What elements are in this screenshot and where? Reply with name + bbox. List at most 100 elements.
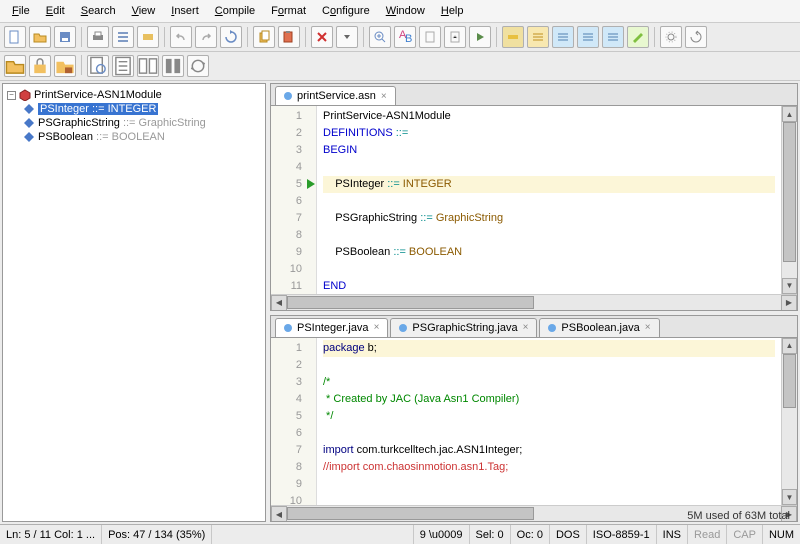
status-eol: DOS bbox=[549, 525, 586, 544]
menu-search[interactable]: Search bbox=[73, 2, 124, 20]
menu-window[interactable]: Window bbox=[378, 2, 433, 20]
bottom-gutter: 1234567891011 bbox=[271, 338, 317, 505]
menu-insert[interactable]: Insert bbox=[163, 2, 207, 20]
top-editor: printService.asn× 1234567891011 PrintSer… bbox=[270, 83, 798, 311]
close-icon[interactable]: × bbox=[381, 91, 387, 102]
highlight2-icon[interactable] bbox=[527, 26, 549, 48]
folder-lock-icon[interactable] bbox=[54, 55, 76, 77]
tree-item-psboolean[interactable]: PSBoolean ::= BOOLEAN bbox=[5, 130, 263, 144]
menubar: FileEditSearchViewInsertCompileFormatCon… bbox=[0, 0, 800, 23]
tree-item-psgraphicstring[interactable]: PSGraphicString ::= GraphicString bbox=[5, 116, 263, 130]
lock-icon[interactable] bbox=[29, 55, 51, 77]
run-icon[interactable] bbox=[469, 26, 491, 48]
scroll-right-icon[interactable]: ▶ bbox=[781, 295, 797, 311]
refresh-icon[interactable] bbox=[685, 26, 707, 48]
status-cap: CAP bbox=[726, 525, 762, 544]
highlight1-icon[interactable] bbox=[502, 26, 524, 48]
tree-root-label: PrintService-ASN1Module bbox=[34, 89, 162, 101]
top-tabbar: printService.asn× bbox=[271, 84, 797, 106]
list-icon[interactable] bbox=[112, 26, 134, 48]
bottom-code[interactable]: package b;/* * Created by JAC (Java Asn1… bbox=[317, 338, 781, 505]
paste-icon[interactable] bbox=[278, 26, 300, 48]
open-icon[interactable] bbox=[29, 26, 51, 48]
settings-icon[interactable] bbox=[660, 26, 682, 48]
top-gutter: 1234567891011 bbox=[271, 106, 317, 294]
status-pos: Pos: 47 / 134 (35%) bbox=[102, 525, 212, 544]
lines-icon[interactable] bbox=[602, 26, 624, 48]
new-icon[interactable] bbox=[4, 26, 26, 48]
hscroll[interactable]: ◀ ▶ bbox=[271, 294, 797, 310]
bookmark-icon[interactable] bbox=[419, 26, 441, 48]
redo-icon[interactable] bbox=[195, 26, 217, 48]
menu-help[interactable]: Help bbox=[433, 2, 472, 20]
columns-icon[interactable] bbox=[162, 55, 184, 77]
file-nav-icon[interactable] bbox=[444, 26, 466, 48]
find-doc-icon[interactable] bbox=[87, 55, 109, 77]
status-sel: Sel: 0 bbox=[469, 525, 510, 544]
close-icon[interactable]: × bbox=[523, 322, 529, 333]
marker-icon[interactable] bbox=[627, 26, 649, 48]
diamond-icon bbox=[23, 131, 35, 143]
menu-edit[interactable]: Edit bbox=[38, 2, 73, 20]
indent-icon[interactable] bbox=[577, 26, 599, 48]
scroll-down-icon[interactable]: ▼ bbox=[782, 278, 797, 294]
zoom-in-icon[interactable] bbox=[369, 26, 391, 48]
tab-PSBoolean-java[interactable]: PSBoolean.java × bbox=[539, 318, 659, 337]
menu-file[interactable]: File bbox=[4, 2, 38, 20]
close-icon[interactable] bbox=[311, 26, 333, 48]
diamond-icon bbox=[23, 103, 35, 115]
status-char: 9 \u0009 bbox=[413, 525, 469, 544]
scroll-up-icon[interactable]: ▲ bbox=[782, 106, 797, 122]
copy-icon[interactable] bbox=[253, 26, 275, 48]
diamond-icon bbox=[23, 117, 35, 129]
status-enc: ISO-8859-1 bbox=[586, 525, 656, 544]
file-icon bbox=[284, 324, 292, 332]
status-mem: 5M used of 63M total bbox=[687, 510, 790, 522]
sync-icon[interactable] bbox=[187, 55, 209, 77]
scroll-down-icon[interactable]: ▼ bbox=[782, 489, 797, 505]
status-oc: Oc: 0 bbox=[510, 525, 549, 544]
vscroll[interactable]: ▲ ▼ bbox=[781, 106, 797, 294]
wrap-icon[interactable] bbox=[552, 26, 574, 48]
module-icon bbox=[19, 89, 31, 101]
toggle-icon[interactable] bbox=[137, 26, 159, 48]
doc-list-icon[interactable] bbox=[112, 55, 134, 77]
menu-format[interactable]: Format bbox=[263, 2, 314, 20]
scroll-left-icon[interactable]: ◀ bbox=[271, 295, 287, 311]
svg-text:B: B bbox=[405, 33, 412, 44]
status-ins: INS bbox=[656, 525, 687, 544]
file-icon bbox=[548, 324, 556, 332]
close-icon[interactable]: × bbox=[374, 322, 380, 333]
reload-icon[interactable] bbox=[220, 26, 242, 48]
save-icon[interactable] bbox=[54, 26, 76, 48]
undo-icon[interactable] bbox=[170, 26, 192, 48]
menu-configure[interactable]: Configure bbox=[314, 2, 378, 20]
find-replace-icon[interactable]: AB bbox=[394, 26, 416, 48]
collapse-icon[interactable]: − bbox=[7, 91, 16, 100]
close-icon[interactable]: × bbox=[645, 322, 651, 333]
doc-compare-icon[interactable] bbox=[137, 55, 159, 77]
tab-printService-asn[interactable]: printService.asn× bbox=[275, 86, 396, 105]
bottom-editor: PSInteger.java×PSGraphicString.java×PSBo… bbox=[270, 315, 798, 522]
tab-label: PSBoolean.java bbox=[561, 322, 639, 334]
bottom-tabbar: PSInteger.java×PSGraphicString.java×PSBo… bbox=[271, 316, 797, 338]
scroll-up-icon[interactable]: ▲ bbox=[782, 338, 797, 354]
tree-item-psinteger[interactable]: PSInteger ::= INTEGER bbox=[5, 102, 263, 116]
status-num: NUM bbox=[762, 525, 800, 544]
dropdown-icon[interactable] bbox=[336, 26, 358, 48]
project-tree[interactable]: − PrintService-ASN1Module PSInteger ::= … bbox=[2, 83, 266, 522]
vscroll[interactable]: ▲ ▼ bbox=[781, 338, 797, 505]
tab-label: PSGraphicString.java bbox=[412, 322, 517, 334]
menu-view[interactable]: View bbox=[124, 2, 164, 20]
folder-open-icon[interactable] bbox=[4, 55, 26, 77]
file-icon bbox=[399, 324, 407, 332]
print-icon[interactable] bbox=[87, 26, 109, 48]
file-icon bbox=[284, 92, 292, 100]
scroll-left-icon[interactable]: ◀ bbox=[271, 506, 287, 522]
tree-root-node[interactable]: − PrintService-ASN1Module bbox=[5, 88, 263, 102]
tab-PSGraphicString-java[interactable]: PSGraphicString.java × bbox=[390, 318, 537, 337]
tab-label: PSInteger.java bbox=[297, 322, 369, 334]
menu-compile[interactable]: Compile bbox=[207, 2, 263, 20]
tab-PSInteger-java[interactable]: PSInteger.java × bbox=[275, 318, 388, 337]
top-code[interactable]: PrintService-ASN1ModuleDEFINITIONS ::=BE… bbox=[317, 106, 781, 294]
